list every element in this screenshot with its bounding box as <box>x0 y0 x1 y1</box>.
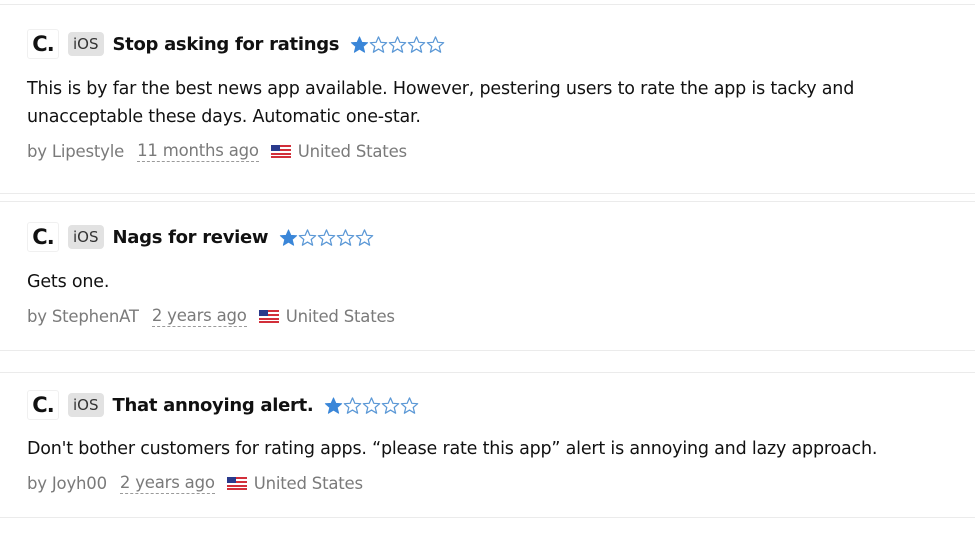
star-rating <box>324 396 419 415</box>
review-author: by Lipestyle <box>27 142 125 161</box>
star-empty-icon <box>355 228 374 246</box>
us-flag-icon <box>226 477 247 490</box>
review-meta: by StephenAT 2 years ago United States <box>27 306 395 327</box>
review-title: That annoying alert. <box>112 394 314 416</box>
review-header: C. iOS Stop asking for ratings <box>27 29 445 59</box>
star-empty-icon <box>382 396 400 414</box>
review-body: This is by far the best news app availab… <box>27 79 855 127</box>
review-meta: by Lipestyle 11 months ago United States <box>27 141 407 162</box>
star-empty-icon <box>401 396 419 414</box>
review-title: Stop asking for ratings <box>112 33 340 55</box>
star-empty-icon <box>298 228 317 246</box>
us-flag-icon <box>258 310 279 323</box>
review-list: C. iOS Stop asking for ratings This is b… <box>0 0 975 534</box>
review-header: C. iOS That annoying alert. <box>27 390 419 420</box>
star-empty-icon <box>426 35 445 53</box>
review-card: C. iOS That annoying alert. Don't bother… <box>0 372 975 518</box>
platform-badge: iOS <box>68 393 104 417</box>
review-date[interactable]: 2 years ago <box>151 306 247 327</box>
review-header: C. iOS Nags for review <box>27 222 374 252</box>
app-logo[interactable]: C. <box>27 222 59 252</box>
star-empty-icon <box>317 228 336 246</box>
review-card: C. iOS Nags for review Gets one. by Step… <box>0 201 975 351</box>
review-country: United States <box>285 307 395 326</box>
us-flag-icon <box>270 145 291 158</box>
platform-badge: iOS <box>68 32 104 56</box>
review-country: United States <box>253 474 363 493</box>
star-filled-icon <box>325 396 343 414</box>
star-empty-icon <box>369 35 388 53</box>
review-meta: by Joyh00 2 years ago United States <box>27 473 363 494</box>
star-filled-icon <box>351 35 369 53</box>
review-body: Don't bother customers for rating apps. … <box>27 439 878 459</box>
review-card: C. iOS Stop asking for ratings This is b… <box>0 4 975 194</box>
review-title: Nags for review <box>112 226 269 248</box>
star-empty-icon <box>388 35 407 53</box>
app-logo[interactable]: C. <box>27 390 59 420</box>
review-country: United States <box>297 142 407 161</box>
star-empty-icon <box>336 228 355 246</box>
app-logo[interactable]: C. <box>27 29 59 59</box>
star-empty-icon <box>344 396 362 414</box>
platform-badge: iOS <box>68 225 104 249</box>
star-filled-icon <box>280 228 298 246</box>
review-body: Gets one. <box>27 272 110 292</box>
star-empty-icon <box>407 35 426 53</box>
star-rating <box>279 228 374 247</box>
star-rating <box>350 35 445 54</box>
review-date[interactable]: 11 months ago <box>137 141 259 162</box>
review-date[interactable]: 2 years ago <box>119 473 215 494</box>
review-author: by StephenAT <box>27 307 139 326</box>
star-empty-icon <box>363 396 381 414</box>
review-author: by Joyh00 <box>27 474 107 493</box>
